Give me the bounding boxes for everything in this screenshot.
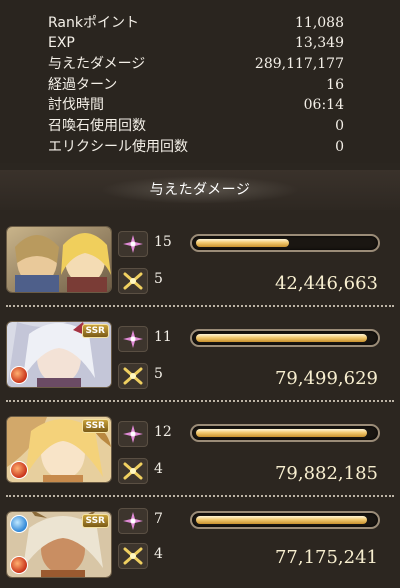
divider bbox=[6, 495, 394, 497]
stat-value: 0 bbox=[335, 139, 344, 155]
charge-bar-fill bbox=[196, 239, 289, 247]
stat-row-rank-points: Rankポイント 11,088 bbox=[48, 14, 348, 33]
stat-row-summon-uses: 召喚石使用回数 0 bbox=[48, 117, 348, 136]
crossed-swords-icon bbox=[123, 367, 143, 385]
party-portrait[interactable]: SSR bbox=[6, 511, 112, 578]
portrait-art bbox=[7, 227, 111, 292]
ssr-rarity-tag: SSR bbox=[81, 514, 109, 528]
party-row[interactable]: SSR 11 5 79,499,629 bbox=[0, 310, 400, 400]
ssr-rarity-tag: SSR bbox=[81, 324, 109, 338]
crossed-swords-icon bbox=[123, 462, 143, 480]
hit-count: 11 bbox=[154, 329, 172, 345]
stat-row-exp: EXP 13,349 bbox=[48, 34, 348, 53]
stat-label: 経過ターン bbox=[48, 77, 118, 93]
damage-value: 42,446,663 bbox=[274, 273, 378, 294]
water-element-icon bbox=[10, 515, 28, 533]
damage-value: 79,499,629 bbox=[274, 368, 378, 389]
party-portrait[interactable]: SSR bbox=[6, 416, 112, 483]
ssr-rarity-tag: SSR bbox=[81, 419, 109, 433]
divider bbox=[6, 305, 394, 307]
result-stats-panel: Rankポイント 11,088 EXP 13,349 与えたダメージ 289,1… bbox=[0, 0, 400, 163]
skill-count: 4 bbox=[154, 461, 163, 477]
stat-label: 与えたダメージ bbox=[48, 56, 146, 72]
charge-bar-fill bbox=[196, 429, 367, 437]
stat-row-battle-time: 討伐時間 06:14 bbox=[48, 96, 348, 115]
sparkle-icon bbox=[123, 425, 143, 443]
sparkle-icon bbox=[123, 330, 143, 348]
hit-count-badge bbox=[118, 421, 148, 447]
stat-value: 16 bbox=[326, 77, 344, 93]
section-title: 与えたダメージ bbox=[149, 182, 251, 198]
hit-count: 7 bbox=[154, 511, 163, 527]
charge-bar-fill bbox=[196, 516, 367, 524]
fire-element-icon bbox=[10, 366, 28, 384]
sparkle-icon bbox=[123, 512, 143, 530]
skill-count: 4 bbox=[154, 546, 163, 562]
damage-value: 77,175,241 bbox=[274, 547, 378, 568]
stat-row-elixir-uses: エリクシール使用回数 0 bbox=[48, 138, 348, 157]
charge-bar bbox=[190, 234, 380, 252]
stat-value: 0 bbox=[335, 118, 344, 134]
party-portrait[interactable]: SSR bbox=[6, 321, 112, 388]
crossed-swords-icon bbox=[123, 547, 143, 565]
sparkle-icon bbox=[123, 235, 143, 253]
hit-count-badge bbox=[118, 326, 148, 352]
crossed-swords-icon bbox=[123, 272, 143, 290]
stat-value: 06:14 bbox=[303, 97, 344, 113]
divider bbox=[6, 400, 394, 402]
stat-row-damage-dealt: 与えたダメージ 289,117,177 bbox=[48, 55, 348, 74]
party-portrait[interactable] bbox=[6, 226, 112, 293]
damage-value: 79,882,185 bbox=[274, 463, 378, 484]
hit-count: 12 bbox=[154, 424, 172, 440]
hit-count-badge bbox=[118, 508, 148, 534]
stat-label: Rankポイント bbox=[48, 15, 139, 31]
stat-value: 11,088 bbox=[295, 15, 344, 31]
skill-count-badge bbox=[118, 458, 148, 484]
stat-label: EXP bbox=[48, 35, 75, 51]
party-row[interactable]: 15 5 42,446,663 bbox=[0, 215, 400, 305]
stat-row-turns: 経過ターン 16 bbox=[48, 76, 348, 95]
fire-element-icon bbox=[10, 461, 28, 479]
charge-bar-fill bbox=[196, 334, 367, 342]
hit-count: 15 bbox=[154, 234, 172, 250]
skill-count-badge bbox=[118, 268, 148, 294]
skill-count-badge bbox=[118, 363, 148, 389]
stat-value: 289,117,177 bbox=[254, 56, 344, 72]
stat-label: エリクシール使用回数 bbox=[48, 139, 188, 155]
fire-element-icon bbox=[10, 556, 28, 574]
damage-section-header: 与えたダメージ bbox=[0, 170, 400, 210]
skill-count: 5 bbox=[154, 271, 163, 287]
skill-count-badge bbox=[118, 543, 148, 569]
stat-value: 13,349 bbox=[295, 35, 344, 51]
party-row[interactable]: SSR 12 4 79,882,185 bbox=[0, 405, 400, 495]
hit-count-badge bbox=[118, 231, 148, 257]
stat-label: 討伐時間 bbox=[48, 97, 104, 113]
party-row[interactable]: SSR 7 4 77,175,241 bbox=[0, 500, 400, 588]
charge-bar bbox=[190, 424, 380, 442]
charge-bar bbox=[190, 329, 380, 347]
skill-count: 5 bbox=[154, 366, 163, 382]
stat-label: 召喚石使用回数 bbox=[48, 118, 146, 134]
charge-bar bbox=[190, 511, 380, 529]
